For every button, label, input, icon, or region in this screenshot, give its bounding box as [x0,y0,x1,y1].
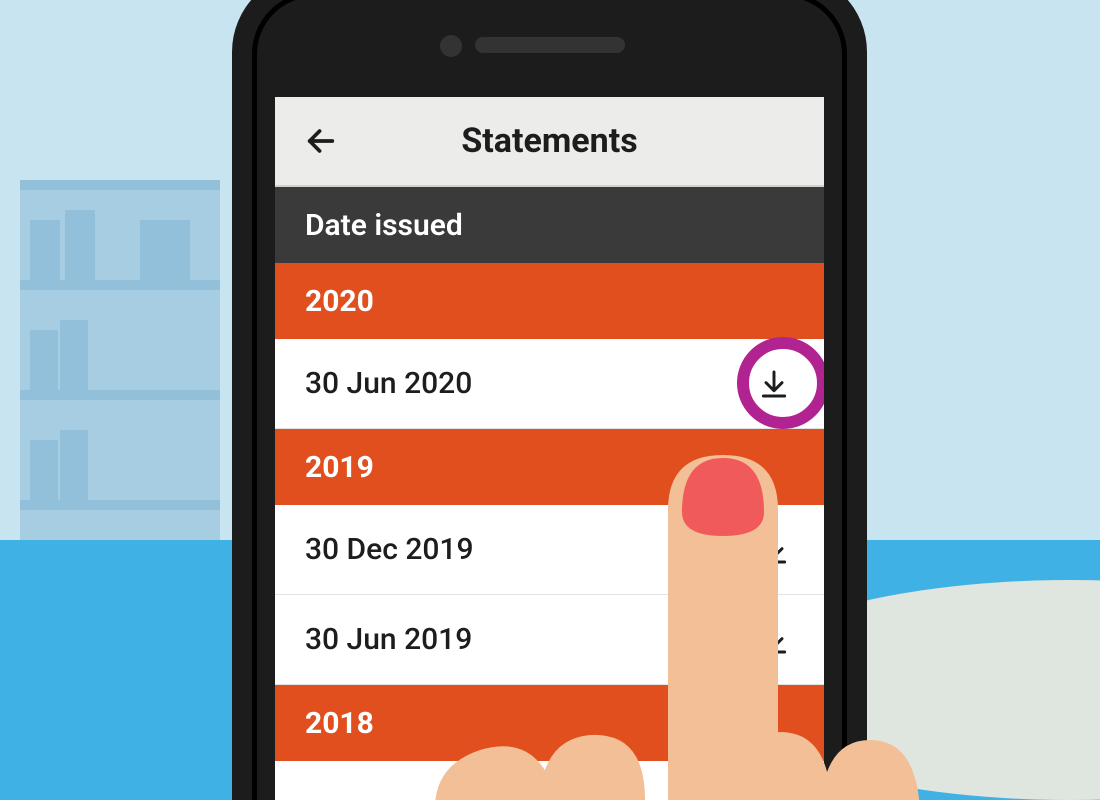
statement-row[interactable]: 30 Jun 2020 [275,339,824,429]
year-header-2020[interactable]: 2020 [275,263,824,339]
statement-row[interactable]: 30 Dec 2019 [275,505,824,595]
year-header-2019[interactable]: 2019 [275,429,824,505]
phone-frame: Statements Date issued 2020 30 Jun 2020 … [232,0,867,800]
app-screen: Statements Date issued 2020 30 Jun 2020 … [275,97,824,800]
app-header: Statements [275,97,824,187]
section-header: Date issued [275,187,824,263]
download-icon [758,368,790,400]
download-button[interactable] [754,364,794,404]
illustration-scene: Statements Date issued 2020 30 Jun 2020 … [0,0,1100,800]
phone-speaker [475,37,625,53]
statement-date: 30 Dec 2019 [305,532,754,567]
download-button[interactable] [754,530,794,570]
download-button[interactable] [754,620,794,660]
statement-date: 30 Jun 2019 [305,622,754,657]
page-title: Statements [301,121,798,161]
phone-camera [440,35,462,57]
statement-row[interactable]: 30 Jun 2019 [275,595,824,685]
download-icon [758,624,790,656]
year-header-2018[interactable]: 2018 [275,685,824,761]
download-icon [758,534,790,566]
statement-date: 30 Jun 2020 [305,366,754,401]
